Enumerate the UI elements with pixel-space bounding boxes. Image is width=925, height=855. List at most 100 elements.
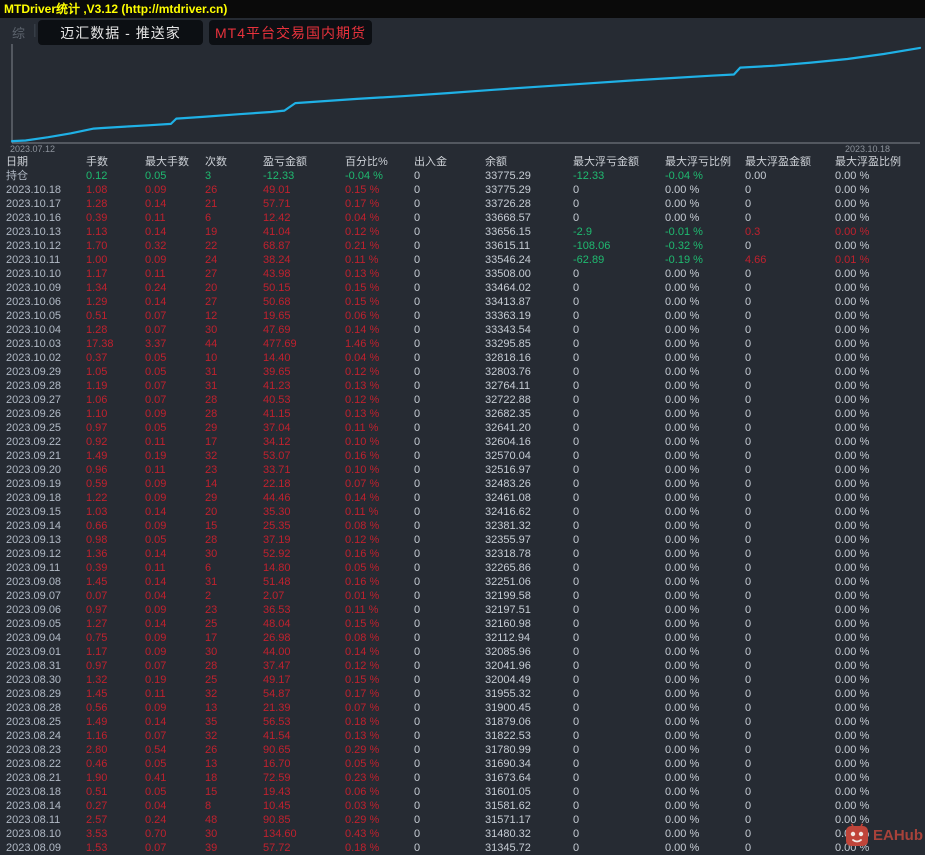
tab-mt4-domestic-futures[interactable]: MT4平台交易国内期货 [209,20,372,45]
row-cell: 0 [573,268,580,280]
row-cell: 0.01 % [835,254,870,266]
row-cell: 31 [205,380,218,392]
row-cell: 0 [745,520,752,532]
row-cell: 20 [205,506,218,518]
row-cell: 25 [205,674,218,686]
row-cell: 0.00 % [665,786,700,798]
row-cell: 0.09 [145,646,167,658]
row-date: 2023.08.21 [6,772,62,784]
row-cell: 14.80 [263,562,291,574]
row-cell: 0.00 % [665,422,700,434]
row-cell: 32381.32 [485,520,531,532]
row-date: 2023.09.08 [6,576,62,588]
row-cell: 0 [745,352,752,364]
row-cell: 31 [205,576,218,588]
row-cell: 0 [745,338,752,350]
row-cell: 0.07 % [345,478,380,490]
row-cell: 1.08 [86,184,108,196]
row-date: 2023.09.25 [6,422,62,434]
row-cell: 0.00 % [835,506,870,518]
row-cell: 0.11 % [345,254,379,266]
row-cell: 0 [745,450,752,462]
row-cell: 32199.58 [485,590,531,602]
row-date: 2023.08.30 [6,674,62,686]
row-cell: 37.19 [263,534,291,546]
row-cell: 39.65 [263,366,291,378]
row-cell: 0 [745,828,752,840]
row-cell: 0.00 % [835,282,870,294]
row-cell: 0.12 [86,170,108,182]
row-cell: 43.98 [263,268,291,280]
row-cell: 0 [414,800,421,812]
row-cell: 0 [414,604,421,616]
row-cell: 0 [745,240,752,252]
row-cell: 0 [573,366,580,378]
table-row: 2023.09.05 1.27 0.14 25 48.04 0.15 % 0 32160.98… [0,617,925,631]
row-cell: 0.08 % [345,520,380,532]
row-date: 2023.08.28 [6,702,62,714]
row-cell: 0.14 [145,226,167,238]
row-cell: 19.65 [263,310,291,322]
row-cell: 0 [573,814,580,826]
row-cell: 0 [745,212,752,224]
row-cell: 0 [573,772,580,784]
row-cell: 0.00 % [665,758,700,770]
table-row: 2023.09.15 1.03 0.14 20 35.30 0.11 % 0 32416.62… [0,505,925,519]
row-cell: 0.00 % [835,576,870,588]
row-cell: 1.27 [86,618,108,630]
row-cell: 26 [205,184,218,196]
row-cell: 0.00 % [665,506,700,518]
row-cell: 26 [205,744,218,756]
row-cell: 0.00 % [835,758,870,770]
row-cell: 0 [745,576,752,588]
row-cell: 0.05 [145,352,167,364]
row-cell: 0 [414,464,421,476]
row-cell: 90.65 [263,744,291,756]
col-header: 手数 [86,156,108,168]
row-cell: 0.00 % [835,296,870,308]
row-cell: 0 [745,646,752,658]
row-cell: 0.14 [145,506,167,518]
row-cell: 31673.64 [485,772,531,784]
row-date: 2023.10.18 [6,184,62,196]
row-cell: 0.43 % [345,828,380,840]
row-cell: 0 [414,814,421,826]
row-cell: 29 [205,422,218,434]
row-cell: 0 [414,674,421,686]
row-cell: 0 [573,548,580,560]
row-cell: 0.00 % [665,660,700,672]
row-cell: 0 [414,562,421,574]
row-cell: 25.35 [263,520,291,532]
row-cell: 0.07 [145,324,167,336]
row-cell: 0.29 % [345,814,380,826]
row-date: 2023.09.06 [6,604,62,616]
row-cell: 48.04 [263,618,291,630]
tab-separator: | [33,21,37,37]
row-cell: 0.00 % [835,436,870,448]
table-body: 持仓 0.12 0.05 3 -12.33 -0.04 % 0 33775.29 -12.33 -… [0,169,925,855]
row-cell: 0 [745,268,752,280]
row-cell: 0 [414,184,421,196]
row-cell: 0.00 % [665,282,700,294]
row-cell: 0 [745,296,752,308]
row-cell: 33508.00 [485,268,531,280]
row-cell: 23 [205,464,218,476]
row-cell: 0 [745,310,752,322]
table-row: 2023.10.04 1.28 0.07 30 47.69 0.14 % 0 33343.54… [0,323,925,337]
row-cell: 33464.02 [485,282,531,294]
row-cell: 22.18 [263,478,291,490]
row-cell: 1.16 [86,730,108,742]
window-title: MTDriver统计 ,V3.12 (http://mtdriver.cn) [0,0,925,18]
row-cell: 0.00 % [835,520,870,532]
row-date: 2023.08.18 [6,786,62,798]
row-cell: 22 [205,240,218,252]
row-cell: 32641.20 [485,422,531,434]
position-row: 持仓 0.12 0.05 3 -12.33 -0.04 % 0 33775.29 -12.33 -… [0,169,925,183]
table-row: 2023.09.01 1.17 0.09 30 44.00 0.14 % 0 32085.96… [0,645,925,659]
tab-clipped-left[interactable]: 综 [12,23,25,42]
row-cell: 0.00 % [835,534,870,546]
table-row: 2023.09.18 1.22 0.09 29 44.46 0.14 % 0 32461.08… [0,491,925,505]
row-cell: 0.00 % [835,198,870,210]
tab-maihui-data[interactable]: 迈汇数据 - 推送家 [38,20,203,45]
table-row: 2023.09.12 1.36 0.14 30 52.92 0.16 % 0 32318.78… [0,547,925,561]
